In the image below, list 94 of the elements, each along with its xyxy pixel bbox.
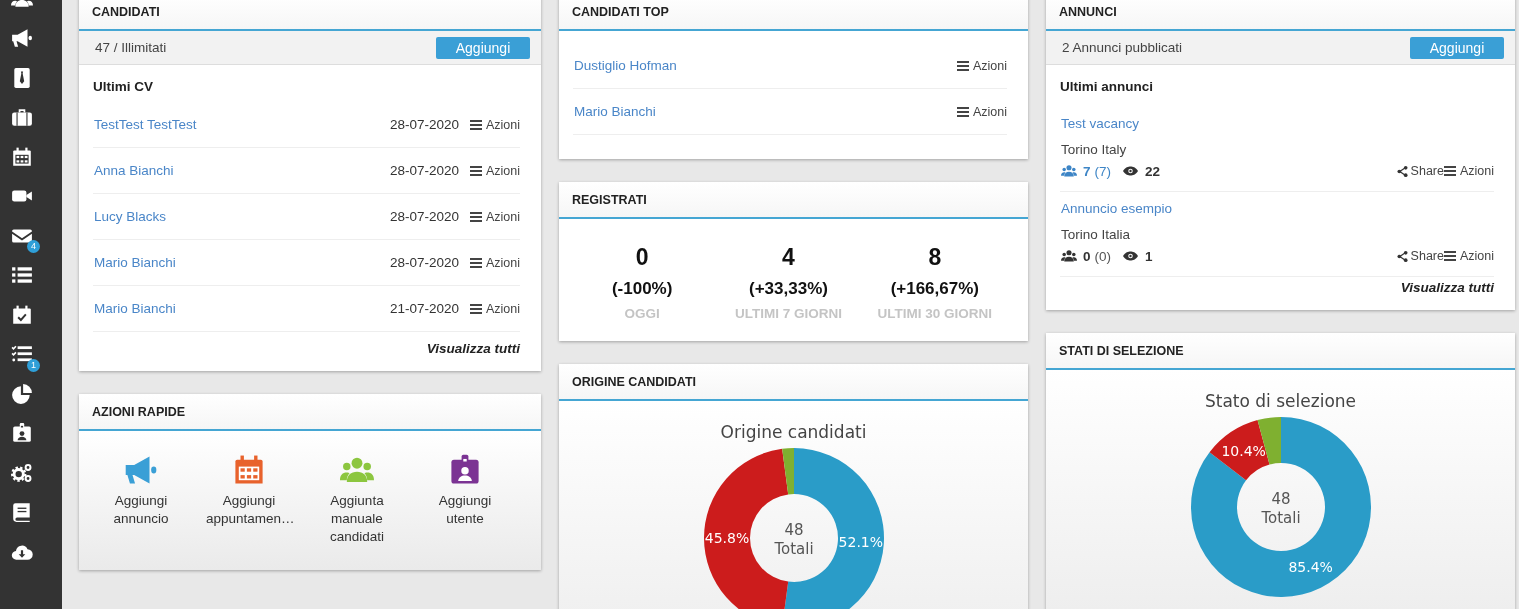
applicant-count: 7	[1083, 163, 1091, 179]
tie-icon[interactable]	[11, 66, 33, 89]
quick-action-link[interactable]: Aggiunta manuale candidati	[314, 492, 400, 546]
candidate-link[interactable]: Anna Bianchi	[94, 163, 390, 178]
data-label: 52.1%	[838, 534, 883, 551]
cv-date: 28-07-2020	[389, 117, 459, 132]
candidate-link[interactable]: TestTest TestTest	[94, 117, 390, 132]
briefcase-icon[interactable]	[11, 106, 33, 129]
eye-icon	[1123, 166, 1138, 176]
stat-change: (+166,67%)	[890, 278, 979, 300]
stat-value: 4	[782, 243, 795, 272]
section-title: Ultimi CV	[93, 79, 154, 95]
card-title: STATI DI SELEZIONE	[1059, 343, 1184, 358]
section-title: Ultimi annunci	[1060, 79, 1154, 95]
published-count: 2 Annunci pubblicati	[1062, 40, 1183, 55]
actions-menu[interactable]: Azioni	[469, 163, 520, 178]
data-label: 85.4%	[1287, 559, 1333, 576]
data-label: 45.8%	[704, 530, 749, 546]
actions-menu[interactable]: Azioni	[1443, 249, 1494, 263]
view-all-link[interactable]: Visualizza tutti	[426, 341, 520, 356]
actions-menu[interactable]: Azioni	[469, 209, 520, 224]
stat-value: 0	[635, 243, 649, 272]
applicant-total: (7)	[1094, 163, 1111, 179]
calendar-icon[interactable]	[11, 145, 33, 168]
ad-link[interactable]: Test vacancy	[1061, 115, 1494, 133]
share-link[interactable]: Share	[1396, 249, 1444, 263]
view-all-link[interactable]: Visualizza tutti	[1400, 280, 1494, 295]
stat-label: OGGI	[624, 305, 660, 323]
share-icon	[1396, 165, 1408, 177]
card-title: CANDIDATI TOP	[572, 4, 669, 19]
actions-menu[interactable]: Azioni	[956, 58, 1007, 73]
applicant-count: 0	[1083, 248, 1091, 264]
quick-action-link[interactable]: Aggiungi appuntamen…	[206, 492, 292, 528]
share-link[interactable]: Share	[1396, 164, 1444, 178]
actions-menu[interactable]: Azioni	[469, 117, 520, 132]
stat-change: (-100%)	[611, 278, 673, 300]
card-title: CANDIDATI	[92, 4, 160, 19]
stat-change: (+33,33%)	[749, 278, 828, 300]
book-icon[interactable]	[11, 501, 33, 524]
candidate-link[interactable]: Mario Bianchi	[574, 104, 957, 119]
calendar-check-icon[interactable]	[11, 303, 33, 326]
card-title: REGISTRATI	[572, 192, 647, 207]
view-count: 22	[1145, 163, 1161, 179]
menu-icon	[469, 211, 482, 222]
cv-date: 28-07-2020	[389, 163, 459, 178]
quick-action-link[interactable]: Aggiungi annuncio	[98, 492, 184, 528]
ad-location: Torino Italy	[1061, 141, 1128, 159]
card-title: AZIONI RAPIDE	[92, 404, 186, 419]
total-label: Totali	[773, 540, 814, 558]
candidate-link[interactable]: Lucy Blacks	[94, 209, 390, 224]
ad-link[interactable]: Annuncio esempio	[1061, 200, 1494, 218]
cv-date: 28-07-2020	[389, 209, 459, 224]
share-icon	[1396, 250, 1408, 262]
menu-icon	[956, 106, 969, 117]
card-title: ANNUNCI	[1059, 4, 1117, 19]
candidate-link[interactable]: Mario Bianchi	[94, 255, 390, 270]
gears-icon[interactable]	[11, 461, 33, 484]
total-label: Totali	[1260, 509, 1301, 527]
menu-icon	[469, 257, 482, 268]
actions-menu[interactable]: Azioni	[956, 104, 1007, 119]
candidate-link[interactable]: Mario Bianchi	[94, 301, 390, 316]
actions-menu[interactable]: Azioni	[469, 301, 520, 316]
candidate-count: 47 / Illimitati	[95, 40, 167, 55]
candidate-link[interactable]: Dustiglio Hofman	[574, 58, 957, 73]
cv-date: 28-07-2020	[389, 255, 459, 270]
menu-icon	[469, 303, 482, 314]
total-value: 48	[783, 521, 804, 539]
menu-icon	[956, 60, 969, 71]
menu-icon	[469, 119, 482, 130]
chart-title: Stato di selezione	[1204, 390, 1356, 412]
menu-icon	[469, 165, 482, 176]
id-card-icon[interactable]	[448, 453, 482, 487]
quick-action-link[interactable]: Aggiungi utente	[422, 492, 508, 528]
chart-title: Origine candidati	[720, 421, 867, 443]
actions-menu[interactable]: Azioni	[469, 255, 520, 270]
notification-count: 4	[27, 240, 40, 253]
stat-value: 8	[928, 243, 942, 272]
pie-chart-icon[interactable]	[11, 382, 33, 405]
stat-label: ULTIMI 7 GIORNI	[735, 305, 842, 323]
actions-menu[interactable]: Azioni	[1443, 164, 1494, 178]
view-count: 1	[1145, 248, 1153, 264]
total-value: 48	[1270, 490, 1291, 508]
eye-icon	[1123, 251, 1138, 261]
stat-label: ULTIMI 30 GIORNI	[877, 305, 993, 323]
cv-date: 21-07-2020	[389, 301, 459, 316]
applicant-total: (0)	[1094, 248, 1111, 264]
data-label: 10.4%	[1220, 443, 1266, 460]
id-card-icon[interactable]	[11, 422, 33, 445]
menu-icon	[1443, 251, 1456, 261]
menu-icon	[1443, 166, 1456, 176]
notification-count: 1	[27, 358, 40, 372]
megaphone-icon[interactable]	[11, 27, 33, 50]
ad-location: Torino Italia	[1061, 226, 1132, 244]
card-title: ORIGINE CANDIDATI	[572, 374, 697, 389]
